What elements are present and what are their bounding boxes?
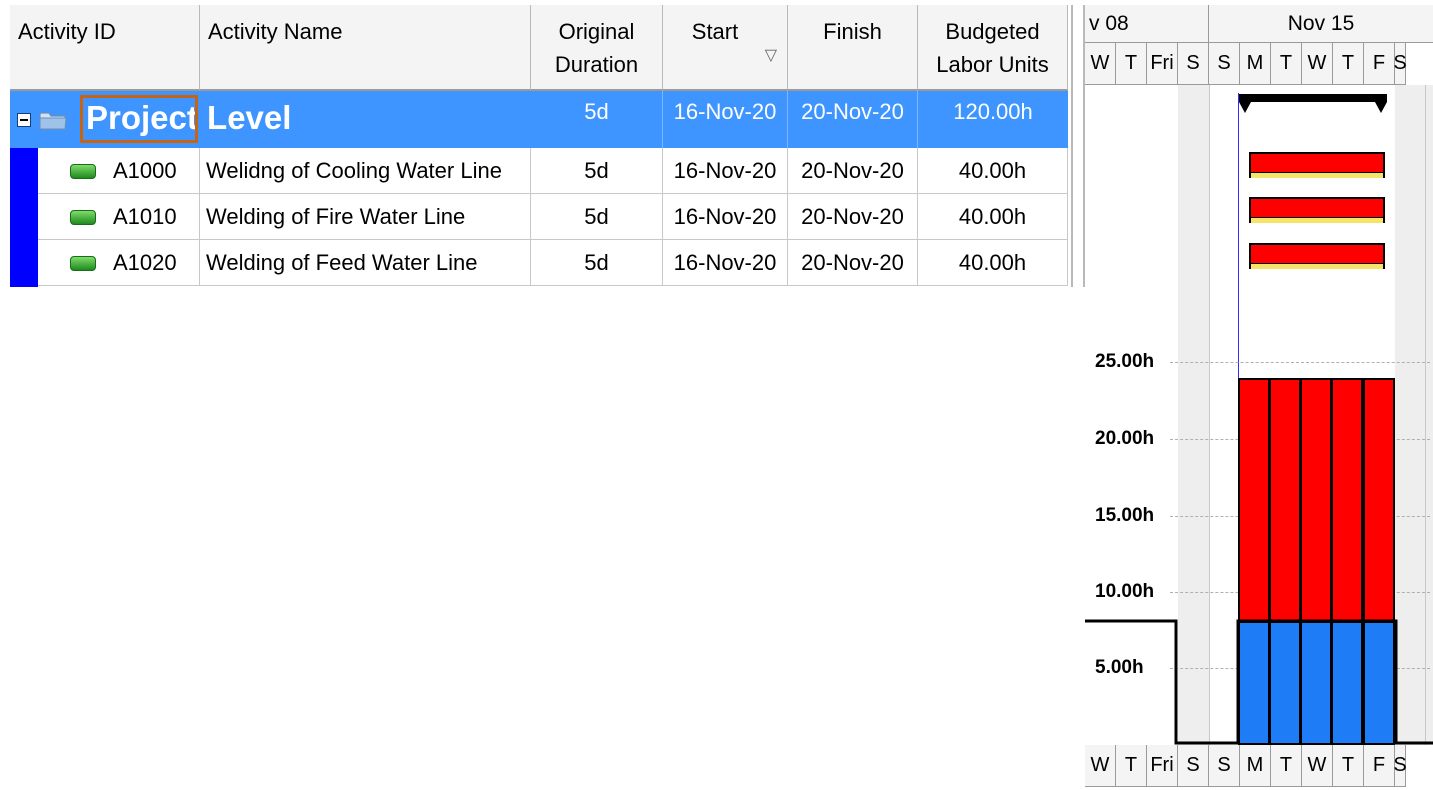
timescale-day: M (1240, 43, 1271, 85)
histogram-bar-over (1363, 378, 1395, 623)
activity-bar[interactable] (1249, 197, 1385, 223)
sort-icon: ▽ (764, 47, 777, 64)
y-axis-label: 25.00h (1095, 351, 1155, 372)
activity-labor-units: 40.00h (918, 148, 1068, 193)
timescale-day: M (1240, 745, 1271, 787)
activity-id: A1020 (113, 249, 177, 275)
table-row[interactable]: A1020 Welding of Feed Water Line 5d 16-N… (10, 240, 1068, 286)
activity-bar-icon (70, 210, 96, 225)
activity-table: Activity ID Activity Name Original Durat… (10, 5, 1071, 287)
histogram-bar-over (1300, 378, 1332, 623)
activity-id-cell: A1010 (10, 194, 200, 239)
activity-name: Welidng of Cooling Water Line (200, 148, 531, 193)
timescale-day: T (1116, 43, 1147, 85)
activity-finish: 20-Nov-20 (788, 194, 918, 239)
table-row[interactable]: A1010 Welding of Fire Water Line 5d 16-N… (10, 194, 1068, 240)
header-activity-name[interactable]: Activity Name (200, 5, 531, 91)
pane-splitter[interactable] (1071, 5, 1085, 287)
project-row[interactable]: Project Level 5d 16-Nov-20 20-Nov-20 120… (10, 91, 1068, 148)
timescale-day: T (1116, 745, 1147, 787)
timescale-day: S (1393, 745, 1407, 787)
timescale-day: W (1302, 43, 1333, 85)
activity-finish: 20-Nov-20 (788, 240, 918, 285)
activity-start: 16-Nov-20 (663, 240, 788, 285)
project-name-cell: Project Level (10, 91, 531, 148)
activity-labor-units: 40.00h (918, 240, 1068, 285)
timescale-week: v 08 (1085, 5, 1209, 43)
activity-id-cell: A1000 (10, 148, 200, 193)
selection-outline (80, 95, 198, 143)
project-duration: 5d (531, 91, 663, 148)
collapse-icon[interactable] (17, 113, 31, 127)
timescale-day: Fri (1147, 43, 1178, 85)
project-start: 16-Nov-20 (663, 91, 788, 148)
activity-start: 16-Nov-20 (663, 194, 788, 239)
timescale-day: T (1333, 43, 1364, 85)
y-axis-label: 15.00h (1095, 505, 1155, 526)
project-finish: 20-Nov-20 (788, 91, 918, 148)
timescale-day: T (1271, 745, 1302, 787)
histogram-bar-over (1269, 378, 1301, 623)
header-start[interactable]: Start ▽ (663, 5, 788, 91)
timescale-day: W (1085, 745, 1116, 787)
header-original-duration[interactable]: Original Duration (531, 5, 663, 91)
project-labor-units: 120.00h (953, 99, 1033, 124)
folder-icon (39, 112, 67, 130)
activity-bar-icon (70, 256, 96, 271)
timescale-day: S (1209, 745, 1240, 787)
y-axis-label: 10.00h (1095, 581, 1155, 602)
timescale-day: W (1085, 43, 1116, 85)
timescale-day: T (1333, 745, 1364, 787)
timescale-week: Nov 15 (1209, 5, 1433, 43)
activity-id: A1010 (113, 203, 177, 229)
wbs-level-band (10, 148, 38, 287)
timescale-day: F (1364, 745, 1395, 787)
timescale-day: Fri (1147, 745, 1178, 787)
grid-line (1170, 362, 1430, 363)
header-finish[interactable]: Finish (788, 5, 918, 91)
gantt-chart: v 08 Nov 15 W T Fri S S M T W T F S 25.00h 20.00h … (1085, 5, 1433, 790)
activity-name: Welding of Fire Water Line (200, 194, 531, 239)
activity-id-cell: A1020 (10, 240, 200, 285)
activity-duration: 5d (531, 194, 663, 239)
activity-duration: 5d (531, 148, 663, 193)
timescale-day: S (1178, 745, 1209, 787)
histogram-bar-over (1238, 378, 1270, 623)
table-row[interactable]: A1000 Welidng of Cooling Water Line 5d 1… (10, 148, 1068, 194)
data-date-line (1238, 93, 1239, 380)
activity-start: 16-Nov-20 (663, 148, 788, 193)
activity-bar-icon (70, 164, 96, 179)
activity-labor-units: 40.00h (918, 194, 1068, 239)
header-budgeted-labor-units[interactable]: Budgeted Labor Units (918, 5, 1068, 91)
activity-duration: 5d (531, 240, 663, 285)
activity-id: A1000 (113, 157, 177, 183)
timescale-day: S (1209, 43, 1240, 85)
activity-name: Welding of Feed Water Line (200, 240, 531, 285)
timescale-day: F (1364, 43, 1395, 85)
timescale-day: S (1393, 43, 1407, 85)
timescale-day: W (1302, 745, 1333, 787)
limit-line (1085, 619, 1433, 745)
summary-bar (1239, 94, 1387, 113)
y-axis-label: 20.00h (1095, 428, 1155, 449)
timescale-day: T (1271, 43, 1302, 85)
header-activity-id[interactable]: Activity ID (10, 5, 200, 91)
activity-finish: 20-Nov-20 (788, 148, 918, 193)
activity-bar[interactable] (1249, 152, 1385, 178)
activity-bar[interactable] (1249, 243, 1385, 269)
timescale-day: S (1178, 43, 1209, 85)
histogram-bar-over (1331, 378, 1363, 623)
